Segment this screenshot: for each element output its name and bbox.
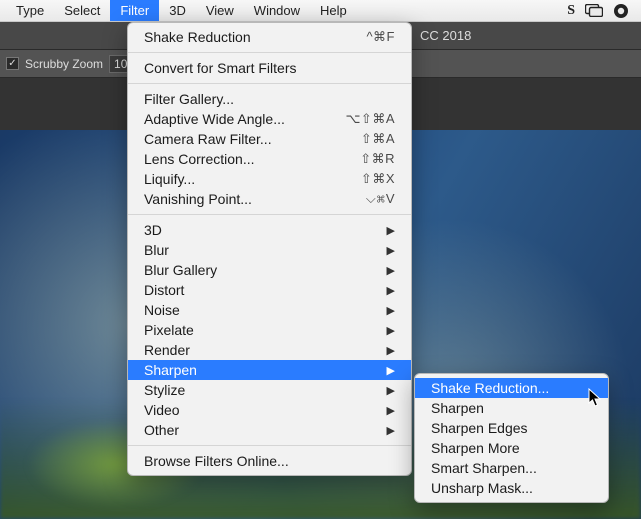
submenu-item-smart-sharpen[interactable]: Smart Sharpen... <box>415 458 608 478</box>
menu-item-label: Blur Gallery <box>144 262 363 278</box>
menu-item-browse-filters-online[interactable]: Browse Filters Online... <box>128 451 411 471</box>
menu-item-label: Shake Reduction <box>144 29 342 45</box>
menu-item-sharpen[interactable]: Sharpen ▶ <box>128 360 411 380</box>
submenu-item-unsharp-mask[interactable]: Unsharp Mask... <box>415 478 608 498</box>
submenu-arrow-icon: ▶ <box>387 264 395 277</box>
menu-label: Window <box>254 3 300 18</box>
menu-item-convert-for-smart-filters[interactable]: Convert for Smart Filters <box>128 58 411 78</box>
menu-item-label: Unsharp Mask... <box>431 480 592 496</box>
menu-item-label: Video <box>144 402 363 418</box>
menu-separator <box>128 214 411 215</box>
menu-item-render[interactable]: Render ▶ <box>128 340 411 360</box>
menu-type[interactable]: Type <box>6 0 54 21</box>
menu-item-adaptive-wide-angle[interactable]: Adaptive Wide Angle... ⌥⇧⌘A <box>128 109 411 129</box>
menu-item-shortcut: ⇧⌘X <box>361 171 395 187</box>
menu-item-vanishing-point[interactable]: Vanishing Point... ⌵⌘V <box>128 189 411 209</box>
menu-item-shortcut: ⇧⌘R <box>360 151 395 167</box>
submenu-item-sharpen-more[interactable]: Sharpen More <box>415 438 608 458</box>
menu-item-shortcut: ^⌘F <box>366 29 395 45</box>
menu-item-blur-gallery[interactable]: Blur Gallery ▶ <box>128 260 411 280</box>
menu-item-label: Convert for Smart Filters <box>144 60 395 76</box>
menu-item-shortcut: ⌵⌘V <box>366 191 395 207</box>
menu-item-label: Distort <box>144 282 363 298</box>
menu-item-label: Lens Correction... <box>144 151 336 167</box>
menu-item-liquify[interactable]: Liquify... ⇧⌘X <box>128 169 411 189</box>
submenu-arrow-icon: ▶ <box>387 364 395 377</box>
menu-label: View <box>206 3 234 18</box>
menu-item-noise[interactable]: Noise ▶ <box>128 300 411 320</box>
menu-item-label: Render <box>144 342 363 358</box>
menu-item-label: Liquify... <box>144 171 337 187</box>
menu-item-lens-correction[interactable]: Lens Correction... ⇧⌘R <box>128 149 411 169</box>
submenu-arrow-icon: ▶ <box>387 404 395 417</box>
menu-item-blur[interactable]: Blur ▶ <box>128 240 411 260</box>
menu-label: Select <box>64 3 100 18</box>
menu-select[interactable]: Select <box>54 0 110 21</box>
mac-menubar: Type Select Filter 3D View Window Help S <box>0 0 641 22</box>
menu-window[interactable]: Window <box>244 0 310 21</box>
submenu-arrow-icon: ▶ <box>387 344 395 357</box>
menu-item-label: Camera Raw Filter... <box>144 131 337 147</box>
menu-label: Type <box>16 3 44 18</box>
menu-separator <box>128 83 411 84</box>
menu-item-shortcut: ⌥⇧⌘A <box>345 111 395 127</box>
scrubby-zoom-checkbox[interactable]: ✓ <box>6 57 19 70</box>
submenu-arrow-icon: ▶ <box>387 324 395 337</box>
filter-menu-dropdown: Shake Reduction ^⌘F Convert for Smart Filt… <box>127 22 412 476</box>
menu-item-shortcut: ⇧⌘A <box>361 131 395 147</box>
menu-item-label: Smart Sharpen... <box>431 460 592 476</box>
menu-item-other[interactable]: Other ▶ <box>128 420 411 440</box>
menu-separator <box>128 52 411 53</box>
submenu-arrow-icon: ▶ <box>387 224 395 237</box>
menu-item-label: 3D <box>144 222 363 238</box>
menu-item-label: Sharpen <box>431 400 592 416</box>
submenu-item-sharpen-edges[interactable]: Sharpen Edges <box>415 418 608 438</box>
screens-icon[interactable] <box>585 4 603 17</box>
submenu-item-shake-reduction[interactable]: Shake Reduction... <box>415 378 608 398</box>
menu-item-label: Blur <box>144 242 363 258</box>
menu-item-label: Other <box>144 422 363 438</box>
menu-item-stylize[interactable]: Stylize ▶ <box>128 380 411 400</box>
menu-item-video[interactable]: Video ▶ <box>128 400 411 420</box>
menu-item-camera-raw-filter[interactable]: Camera Raw Filter... ⇧⌘A <box>128 129 411 149</box>
submenu-arrow-icon: ▶ <box>387 384 395 397</box>
app-title-suffix: CC 2018 <box>420 28 471 43</box>
status-s-icon[interactable]: S <box>567 3 575 19</box>
menu-item-label: Adaptive Wide Angle... <box>144 111 321 127</box>
menu-item-label: Pixelate <box>144 322 363 338</box>
menu-item-filter-gallery[interactable]: Filter Gallery... <box>128 89 411 109</box>
submenu-arrow-icon: ▶ <box>387 284 395 297</box>
menu-item-label: Shake Reduction... <box>431 380 592 396</box>
submenu-item-sharpen[interactable]: Sharpen <box>415 398 608 418</box>
menu-item-distort[interactable]: Distort ▶ <box>128 280 411 300</box>
menu-label: Filter <box>120 3 149 18</box>
menu-view[interactable]: View <box>196 0 244 21</box>
menu-item-label: Noise <box>144 302 363 318</box>
menu-item-label: Sharpen More <box>431 440 592 456</box>
menu-label: 3D <box>169 3 186 18</box>
menu-item-label: Browse Filters Online... <box>144 453 395 469</box>
cc-status-icon[interactable] <box>613 3 629 19</box>
menu-item-label: Vanishing Point... <box>144 191 342 207</box>
scrubby-zoom-label: Scrubby Zoom <box>25 57 103 71</box>
menu-item-3d[interactable]: 3D ▶ <box>128 220 411 240</box>
menu-help[interactable]: Help <box>310 0 357 21</box>
submenu-arrow-icon: ▶ <box>387 304 395 317</box>
menu-item-label: Sharpen <box>144 362 363 378</box>
menu-filter[interactable]: Filter <box>110 0 159 21</box>
menu-separator <box>128 445 411 446</box>
menu-item-label: Stylize <box>144 382 363 398</box>
submenu-arrow-icon: ▶ <box>387 424 395 437</box>
menu-item-label: Filter Gallery... <box>144 91 395 107</box>
sharpen-submenu: Shake Reduction... Sharpen Sharpen Edges Sh… <box>414 373 609 503</box>
submenu-arrow-icon: ▶ <box>387 244 395 257</box>
menu-item-shake-reduction[interactable]: Shake Reduction ^⌘F <box>128 27 411 47</box>
menu-label: Help <box>320 3 347 18</box>
menu-item-pixelate[interactable]: Pixelate ▶ <box>128 320 411 340</box>
menu-3d[interactable]: 3D <box>159 0 196 21</box>
menu-item-label: Sharpen Edges <box>431 420 592 436</box>
